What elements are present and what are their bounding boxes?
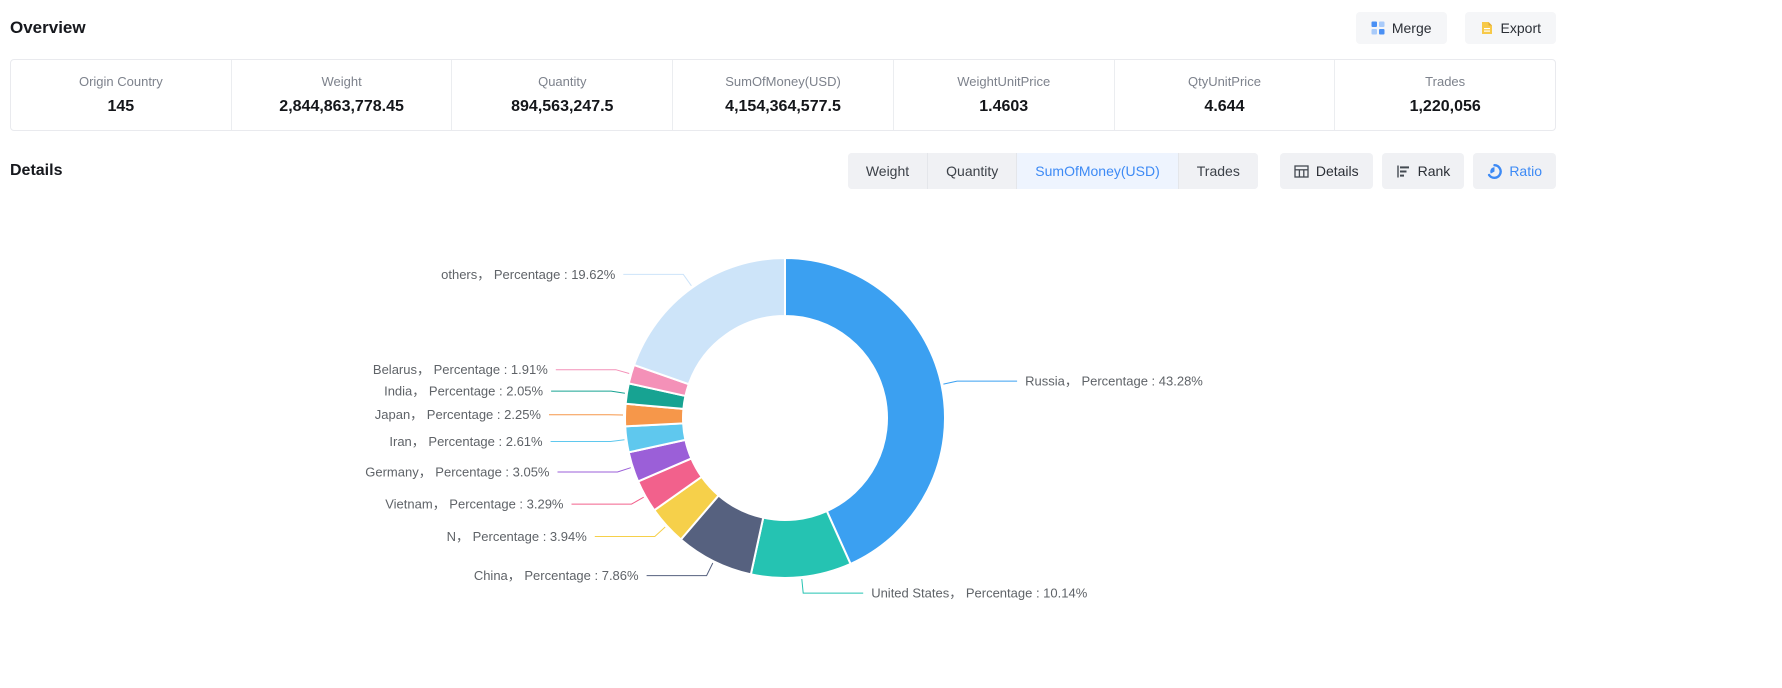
- pie-label-germany: Germany， Percentage : 3.05%: [365, 465, 550, 480]
- pie-label-line-belarus: [556, 370, 629, 374]
- stat-sumofmoney-usd: SumOfMoney(USD) 4,154,364,577.5: [673, 60, 894, 130]
- view-tab-details[interactable]: Details: [1280, 153, 1373, 189]
- stat-label: Weight: [321, 74, 361, 89]
- stat-value: 4.644: [1204, 98, 1244, 116]
- view-tab-label: Rank: [1418, 163, 1451, 179]
- rank-icon: [1396, 164, 1411, 179]
- pie-label-line-russia: [943, 381, 1017, 384]
- page: Overview Merge Export Origin Country 145 We…: [0, 0, 1556, 648]
- pie-label-line-united-states: [802, 579, 863, 593]
- view-tab-rank[interactable]: Rank: [1382, 153, 1465, 189]
- view-tab-label: Details: [1316, 163, 1359, 179]
- pie-slice-others[interactable]: [634, 258, 785, 384]
- stat-qtyunitprice: QtyUnitPrice 4.644: [1115, 60, 1336, 130]
- stat-origin-country: Origin Country 145: [11, 60, 232, 130]
- pie-label-iran: Iran， Percentage : 2.61%: [389, 434, 543, 449]
- stat-trades: Trades 1,220,056: [1335, 60, 1555, 130]
- stat-value: 1,220,056: [1410, 98, 1481, 116]
- stat-quantity: Quantity 894,563,247.5: [452, 60, 673, 130]
- export-button[interactable]: Export: [1465, 12, 1556, 44]
- pie-label-russia: Russia， Percentage : 43.28%: [1025, 374, 1203, 389]
- stat-value: 894,563,247.5: [511, 98, 613, 116]
- stat-value: 2,844,863,778.45: [279, 98, 404, 116]
- export-button-label: Export: [1501, 20, 1541, 36]
- pie-label-line-others: [623, 274, 691, 285]
- stat-label: SumOfMoney(USD): [725, 74, 841, 89]
- stat-label: WeightUnitPrice: [957, 74, 1050, 89]
- pie-label-n: N， Percentage : 3.94%: [447, 529, 588, 544]
- view-tabs: Details Rank Ratio: [1280, 153, 1556, 189]
- pie-label-line-vietnam: [572, 497, 644, 504]
- pie-label-others: others， Percentage : 19.62%: [441, 267, 616, 282]
- topbar-actions: Merge Export: [1338, 12, 1556, 44]
- pie-label-united-states: United States， Percentage : 10.14%: [871, 586, 1088, 601]
- pie-label-india: India， Percentage : 2.05%: [384, 384, 543, 399]
- view-tab-ratio[interactable]: Ratio: [1473, 153, 1556, 189]
- stat-value: 1.4603: [979, 98, 1028, 116]
- view-tab-label: Ratio: [1509, 163, 1542, 179]
- stat-weight: Weight 2,844,863,778.45: [232, 60, 453, 130]
- stat-label: Quantity: [538, 74, 586, 89]
- tab-sumofmoney-usd[interactable]: SumOfMoney(USD): [1017, 153, 1178, 189]
- stat-label: Trades: [1425, 74, 1465, 89]
- pie-label-line-n: [595, 527, 665, 537]
- pie-label-line-china: [647, 563, 713, 576]
- tab-trades[interactable]: Trades: [1179, 153, 1258, 189]
- stats-bar: Origin Country 145 Weight 2,844,863,778.45 Q…: [10, 59, 1556, 131]
- stat-weightunitprice: WeightUnitPrice 1.4603: [894, 60, 1115, 130]
- details-row: Details WeightQuantitySumOfMoney(USD)Tra…: [10, 153, 1556, 189]
- merge-button-label: Merge: [1392, 20, 1432, 36]
- stat-value: 145: [108, 98, 135, 116]
- pie-label-line-india: [551, 391, 625, 393]
- stat-label: Origin Country: [79, 74, 163, 89]
- topbar: Overview Merge Export: [10, 10, 1556, 46]
- metric-tabs: WeightQuantitySumOfMoney(USD)Trades: [848, 153, 1258, 189]
- export-icon: [1480, 21, 1494, 35]
- stat-label: QtyUnitPrice: [1188, 74, 1261, 89]
- stat-value: 4,154,364,577.5: [725, 98, 841, 116]
- table-icon: [1294, 164, 1309, 179]
- pie-label-vietnam: Vietnam， Percentage : 3.29%: [385, 497, 564, 512]
- chart-wrap: Russia， Percentage : 43.28% United States…: [10, 203, 1556, 648]
- details-title: Details: [10, 162, 62, 180]
- tab-quantity[interactable]: Quantity: [928, 153, 1017, 189]
- pie-label-line-iran: [551, 440, 625, 442]
- tab-groups: WeightQuantitySumOfMoney(USD)Trades Deta…: [848, 153, 1556, 189]
- pie-label-china: China， Percentage : 7.86%: [474, 568, 639, 583]
- merge-button[interactable]: Merge: [1356, 12, 1447, 44]
- pie-label-belarus: Belarus， Percentage : 1.91%: [373, 362, 548, 377]
- pie-icon: [1487, 164, 1502, 179]
- pie-label-line-germany: [558, 468, 631, 472]
- merge-icon: [1371, 21, 1385, 35]
- page-title: Overview: [10, 18, 86, 38]
- pie-label-japan: Japan， Percentage : 2.25%: [375, 407, 542, 422]
- ratio-pie-chart: Russia， Percentage : 43.28% United States…: [10, 203, 1556, 643]
- tab-weight[interactable]: Weight: [848, 153, 928, 189]
